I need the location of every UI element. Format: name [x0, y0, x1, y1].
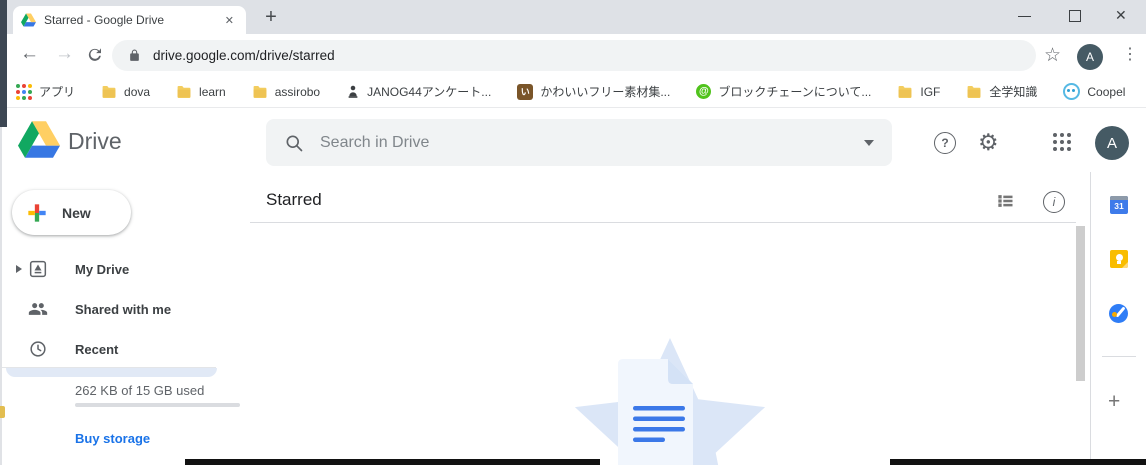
bookmark-folder-dova[interactable]: dova [101, 85, 150, 99]
browser-tab[interactable]: Starred - Google Drive ✕ [13, 6, 246, 34]
right-side-panel: 31 + [1090, 172, 1146, 465]
drive-search-bar[interactable] [266, 119, 892, 166]
window-close-button[interactable]: ✕ [1115, 7, 1127, 24]
url-text: drive.google.com/drive/starred [153, 48, 335, 63]
browser-avatar-letter: A [1085, 50, 1094, 64]
browser-avatar[interactable]: A [1077, 44, 1103, 70]
folder-icon [967, 85, 981, 98]
tasks-icon[interactable] [1109, 304, 1128, 323]
address-bar[interactable]: drive.google.com/drive/starred [112, 40, 1036, 71]
sidebar-item-shared-with-me[interactable]: Shared with me [0, 295, 240, 323]
bottom-bar-left [185, 459, 600, 465]
reload-icon[interactable] [86, 46, 104, 69]
multicolor-plus-icon [28, 203, 46, 222]
folder-icon [898, 85, 912, 98]
vertical-scrollbar[interactable] [1076, 226, 1085, 381]
search-icon[interactable] [284, 133, 304, 153]
bookmark-star-icon[interactable]: ☆ [1044, 44, 1061, 67]
folder-icon [253, 85, 267, 98]
search-input[interactable] [318, 132, 864, 153]
people-icon [28, 303, 48, 315]
bookmark-folder-zengaku[interactable]: 全学知識 [966, 83, 1037, 100]
search-options-caret-icon[interactable] [864, 139, 874, 146]
folder-icon [177, 85, 191, 98]
storage-progress-bar [75, 403, 240, 407]
window-minimize-button[interactable] [1018, 16, 1031, 17]
new-tab-button[interactable]: + [258, 5, 284, 31]
bookmark-folder-learn[interactable]: learn [176, 85, 226, 99]
person-stamp-icon [348, 85, 358, 98]
tab-close-icon[interactable]: ✕ [221, 12, 238, 29]
drive-avatar[interactable]: A [1095, 126, 1129, 160]
new-button[interactable]: New [12, 190, 131, 235]
keep-icon[interactable] [1110, 250, 1128, 268]
window-maximize-button[interactable] [1069, 10, 1081, 22]
tab-title: Starred - Google Drive [44, 13, 165, 27]
sidebar-scroll-shadow [6, 368, 217, 377]
sidebar-item-recent[interactable]: Recent [0, 335, 240, 363]
screen: Starred - Google Drive ✕ + ✕ ← → drive.g… [0, 0, 1146, 465]
bookmark-janog[interactable]: JANOG44アンケート... [346, 83, 491, 100]
buy-storage-link[interactable]: Buy storage [75, 431, 150, 446]
drive-logo-icon[interactable] [18, 121, 61, 163]
calendar-icon[interactable]: 31 [1110, 196, 1128, 214]
drive-favicon-icon [21, 13, 36, 27]
expand-arrow-icon[interactable] [16, 265, 22, 273]
background-window-edge [0, 0, 7, 127]
folder-icon [102, 85, 116, 98]
storage-usage-text: 262 KB of 15 GB used [75, 383, 205, 398]
forward-icon: → [55, 43, 74, 64]
irasutoya-icon: い [517, 83, 534, 100]
my-drive-icon [29, 260, 47, 278]
green-badge-icon: @ [696, 84, 712, 99]
side-panel-divider [1102, 356, 1136, 357]
apps-grid-color-icon [16, 83, 32, 100]
clock-icon [30, 341, 46, 357]
sidebar-item-my-drive[interactable]: My Drive [0, 255, 240, 283]
bottom-bar-right [890, 459, 1146, 465]
left-edge-mark [0, 406, 5, 418]
bookmark-blockchain[interactable]: @ ブロックチェーンについて... [696, 83, 871, 100]
page-title: Starred [266, 190, 322, 209]
lock-icon [130, 49, 139, 61]
browser-menu-icon[interactable]: ⋮ [1122, 44, 1138, 64]
drive-avatar-letter: A [1106, 134, 1117, 152]
gear-icon[interactable]: ⚙ [978, 131, 999, 154]
google-apps-grid-icon[interactable] [1053, 133, 1071, 151]
coopel-icon [1063, 83, 1081, 100]
back-icon[interactable]: ← [20, 43, 39, 65]
help-icon[interactable]: ? [934, 132, 956, 154]
content-divider [250, 222, 1076, 223]
drive-wordmark: Drive [68, 128, 122, 154]
bookmark-folder-igf[interactable]: IGF [897, 85, 940, 99]
bookmark-coopel[interactable]: Coopel [1063, 83, 1125, 100]
new-button-label: New [62, 204, 91, 221]
bookmarks-bar: アプリ dova learn assirobo JANOG44アンケート... … [0, 76, 1146, 108]
starred-empty-state-illustration [574, 338, 766, 465]
bookmark-apps[interactable]: アプリ [16, 83, 75, 100]
bookmark-folder-assirobo[interactable]: assirobo [252, 85, 320, 99]
list-view-icon[interactable] [995, 191, 1015, 216]
add-addon-button[interactable]: + [1108, 390, 1120, 414]
bookmark-irasutoya[interactable]: い かわいいフリー素材集... [517, 83, 670, 100]
info-icon[interactable]: i [1043, 191, 1065, 213]
